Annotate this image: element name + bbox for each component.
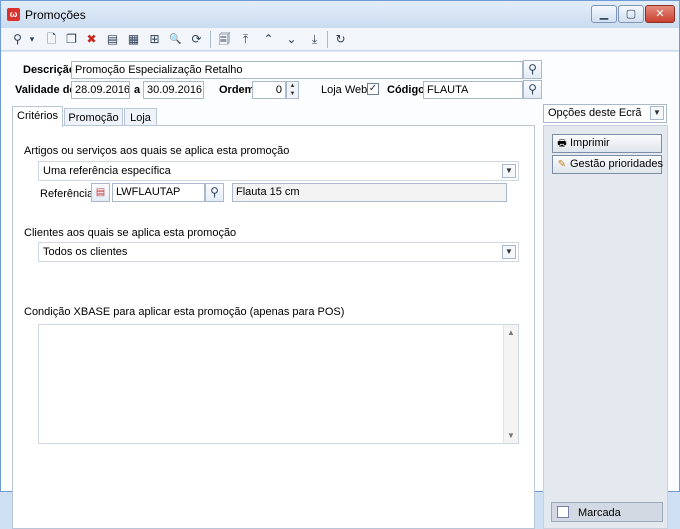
clientes-select[interactable]: Todos os clientes ▼ bbox=[38, 242, 519, 262]
artigos-label: Artigos ou serviços aos quais se aplica … bbox=[24, 145, 290, 157]
refresh-icon[interactable]: ⟳ bbox=[188, 31, 205, 48]
marcada-toggle[interactable]: Marcada bbox=[551, 502, 663, 522]
maximize-button[interactable]: ▢ bbox=[618, 5, 644, 23]
referencia-label: Referência bbox=[40, 188, 94, 200]
referencia-list-button[interactable]: ▤ bbox=[91, 183, 110, 202]
vertical-scrollbar[interactable]: ▲ ▼ bbox=[503, 325, 518, 443]
search-icon: ⚲ bbox=[528, 62, 537, 76]
toolbar-separator bbox=[327, 31, 328, 48]
codigo-label: Código bbox=[387, 84, 425, 96]
app-logo-icon: ω bbox=[7, 8, 20, 21]
condicao-label: Condição XBASE para aplicar esta promoçã… bbox=[24, 306, 345, 318]
scroll-up-icon[interactable]: ▲ bbox=[504, 328, 518, 337]
clientes-select-value: Todos os clientes bbox=[43, 246, 128, 258]
copy-document-icon[interactable]: ❐ bbox=[63, 31, 80, 48]
opcoes-ecra-select[interactable]: Opções deste Ecrã ▼ bbox=[543, 104, 667, 123]
scroll-down-icon[interactable]: ▼ bbox=[504, 431, 518, 440]
imprimir-label: Imprimir bbox=[570, 137, 610, 149]
validade-to-field[interactable]: 30.09.2016 bbox=[143, 81, 204, 99]
delete-icon[interactable]: ✖ bbox=[83, 31, 100, 48]
referencia-search-button[interactable]: ⚲ bbox=[205, 183, 224, 202]
gestao-prioridades-button[interactable]: ✎ Gestão prioridades bbox=[552, 155, 663, 174]
tab-criterios[interactable]: Critérios bbox=[12, 106, 63, 127]
referencia-description-field: Flauta 15 cm bbox=[232, 183, 507, 202]
edit-list-icon: ✎ bbox=[557, 159, 567, 170]
print-preview-icon[interactable]: 🗐 bbox=[216, 31, 233, 48]
clientes-label: Clientes aos quais se aplica esta promoç… bbox=[24, 227, 237, 239]
form-body: Descrição Promoção Especialização Retalh… bbox=[1, 52, 679, 529]
codigo-search-button[interactable]: ⚲ bbox=[523, 80, 542, 99]
undo-icon[interactable]: ↻ bbox=[332, 31, 349, 48]
chevron-down-icon[interactable]: ▼ bbox=[287, 90, 298, 98]
marcada-label: Marcada bbox=[578, 507, 621, 519]
validade-label: Validade de bbox=[15, 84, 76, 96]
new-document-icon[interactable]: 🗋 bbox=[43, 31, 60, 48]
codigo-field[interactable]: FLAUTA bbox=[423, 81, 523, 99]
toolbar: ⚲ ▾ 🗋 ❐ ✖ ▤ ▦ ⊞ 🔍 ⟳ 🗐 ⤒ ⌃ ⌄ ⤓ ↻ bbox=[1, 28, 679, 51]
folder-search-icon[interactable]: 🔍 bbox=[167, 31, 184, 48]
list-icon: ▤ bbox=[95, 187, 106, 198]
chevron-down-icon[interactable]: ▼ bbox=[502, 164, 516, 178]
validade-from-field[interactable]: 28.09.2016 bbox=[71, 81, 130, 99]
descricao-search-button[interactable]: ⚲ bbox=[523, 60, 542, 79]
artigos-select-value: Uma referência específica bbox=[43, 165, 171, 177]
loja-web-label: Loja Web bbox=[321, 84, 368, 96]
chevron-up-icon[interactable]: ▲ bbox=[287, 82, 298, 90]
opcoes-ecra-value: Opções deste Ecrã bbox=[548, 107, 642, 119]
table-icon[interactable]: ▦ bbox=[125, 31, 142, 48]
artigos-select[interactable]: Uma referência específica ▼ bbox=[38, 161, 519, 181]
criterios-panel: Artigos ou serviços aos quais se aplica … bbox=[12, 125, 535, 529]
referencia-field[interactable]: LWFLAUTAP bbox=[112, 183, 205, 202]
marcada-checkbox[interactable] bbox=[557, 506, 569, 518]
ordem-label: Ordem bbox=[219, 84, 255, 96]
options-panel: 🖶 Imprimir ✎ Gestão prioridades Marcada bbox=[543, 125, 668, 529]
chevron-down-icon[interactable]: ▼ bbox=[650, 106, 664, 120]
chevron-down-icon[interactable]: ▼ bbox=[502, 245, 516, 259]
descricao-field[interactable]: Promoção Especialização Retalho bbox=[71, 61, 523, 79]
ordem-stepper[interactable]: ▲ ▼ bbox=[286, 81, 299, 99]
loja-web-checkbox[interactable]: ✓ bbox=[367, 83, 379, 95]
descricao-label: Descrição bbox=[23, 64, 76, 76]
first-record-icon[interactable]: ⤒ bbox=[237, 31, 254, 48]
title-bar: ω Promoções ▁ ▢ ✕ bbox=[1, 1, 679, 28]
gestao-prioridades-label: Gestão prioridades bbox=[570, 158, 663, 170]
search-icon[interactable]: ⚲ bbox=[9, 31, 26, 48]
next-record-icon[interactable]: ⌄ bbox=[283, 31, 300, 48]
condicao-textarea[interactable]: ▲ ▼ bbox=[38, 324, 519, 444]
hierarchy-icon[interactable]: ⊞ bbox=[146, 31, 163, 48]
close-button[interactable]: ✕ bbox=[645, 5, 675, 23]
ordem-field[interactable]: 0 bbox=[252, 81, 286, 99]
validade-a-label: a bbox=[134, 84, 141, 96]
toolbar-separator bbox=[210, 31, 211, 48]
promocoes-window: ω Promoções ▁ ▢ ✕ ⚲ ▾ 🗋 ❐ ✖ ▤ ▦ ⊞ 🔍 ⟳ 🗐 … bbox=[0, 0, 680, 529]
previous-record-icon[interactable]: ⌃ bbox=[260, 31, 277, 48]
window-title: Promoções bbox=[25, 8, 86, 22]
dropdown-caret-icon[interactable]: ▾ bbox=[27, 31, 37, 48]
search-icon: ⚲ bbox=[528, 82, 537, 96]
minimize-button[interactable]: ▁ bbox=[591, 5, 617, 23]
printer-icon: 🖶 bbox=[557, 138, 567, 149]
search-icon: ⚲ bbox=[210, 185, 219, 199]
notes-icon[interactable]: ▤ bbox=[104, 31, 121, 48]
imprimir-button[interactable]: 🖶 Imprimir bbox=[552, 134, 662, 153]
last-record-icon[interactable]: ⤓ bbox=[306, 31, 323, 48]
